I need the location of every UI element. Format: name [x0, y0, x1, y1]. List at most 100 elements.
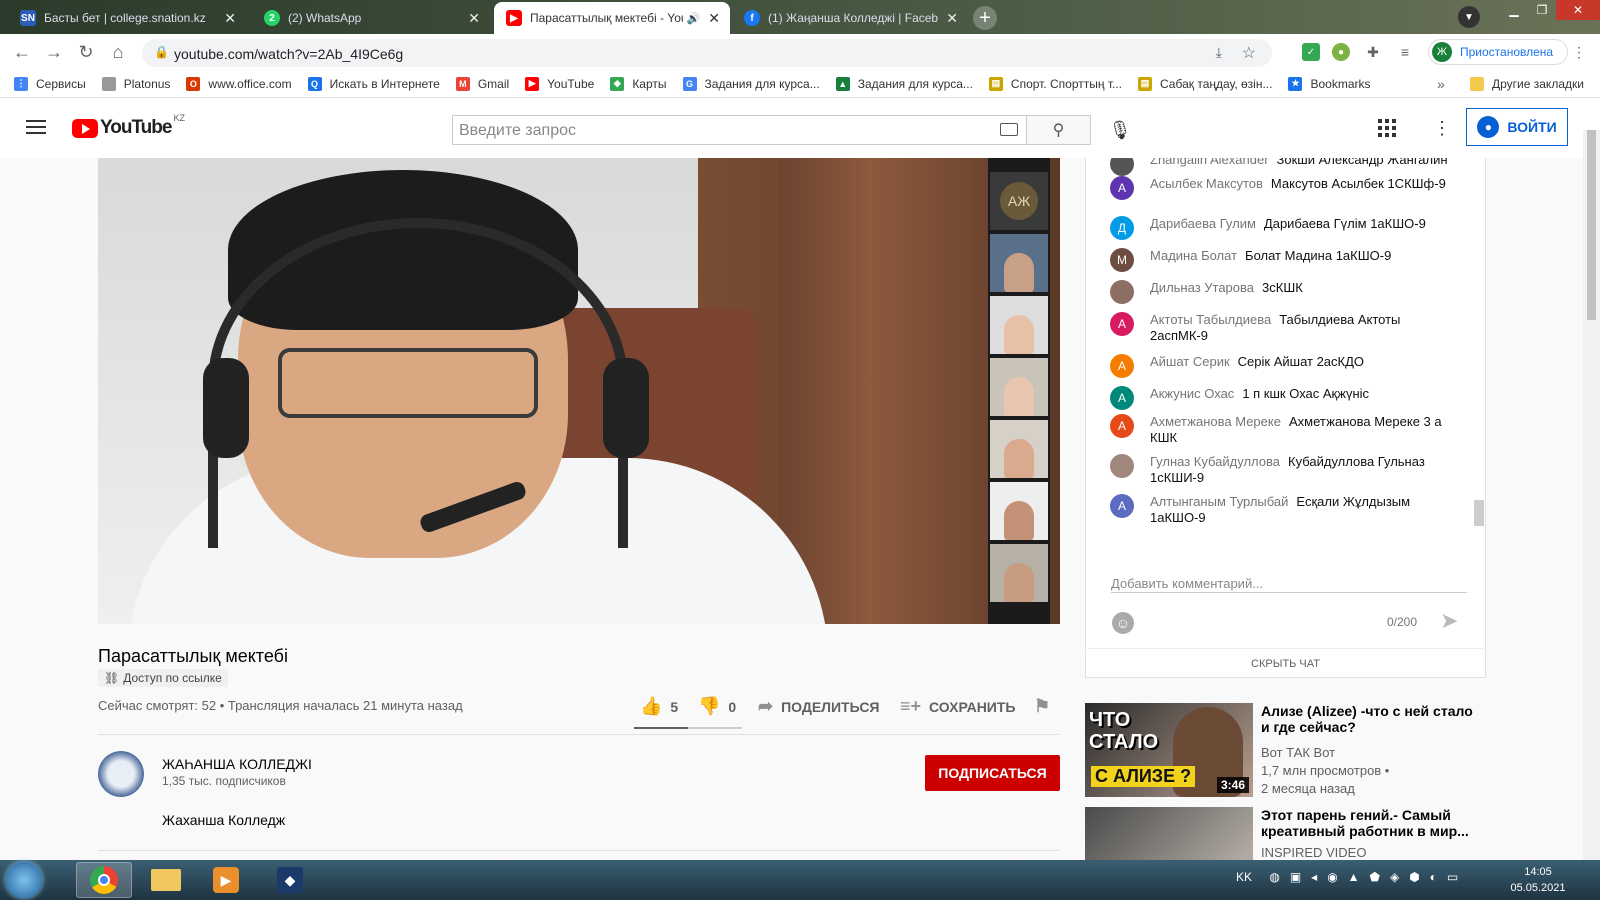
minimize-icon[interactable]: ▁: [1500, 0, 1528, 20]
video-player[interactable]: АЖ: [98, 158, 1060, 624]
tab-search-icon[interactable]: ▼: [1458, 6, 1480, 28]
close-window-icon[interactable]: ✕: [1556, 0, 1600, 20]
search-button[interactable]: ⚲: [1027, 115, 1091, 145]
bookmark-item[interactable]: ⋮ Сервисы: [14, 76, 86, 91]
microphone-icon[interactable]: 🎙: [1108, 118, 1132, 142]
language-indicator[interactable]: KK: [1236, 870, 1252, 884]
chat-author[interactable]: Мадина Болат: [1150, 248, 1237, 263]
bookmark-item[interactable]: ▤ Спорт. Спорттың т...: [988, 76, 1122, 91]
apps-grid-icon[interactable]: [1378, 119, 1396, 137]
chat-avatar[interactable]: Д: [1110, 216, 1134, 240]
close-tab-icon[interactable]: ✕: [708, 10, 720, 27]
other-bookmarks[interactable]: Другие закладки: [1470, 76, 1584, 91]
menu-icon[interactable]: [26, 120, 46, 134]
tab-facebook[interactable]: f (1) Жаңанша Колледжі | Facebook ✕: [732, 2, 968, 34]
send-icon[interactable]: ➤: [1440, 608, 1458, 634]
chat-avatar[interactable]: А: [1110, 414, 1134, 438]
chat-avatar[interactable]: А: [1110, 386, 1134, 410]
back-icon[interactable]: ←: [12, 42, 32, 62]
related-title[interactable]: Ализе (Alizee) -что с ней стало и где се…: [1261, 703, 1479, 735]
chat-author[interactable]: Дарибаева Гулим: [1150, 216, 1256, 231]
tray-icons[interactable]: ◍▣◂◉▲⬟◈⬢◐▭: [1269, 870, 1468, 884]
bookmark-item[interactable]: Q Искать в Интернете: [307, 76, 440, 91]
extension-circle-icon[interactable]: ●: [1332, 43, 1350, 61]
bookmark-item[interactable]: ◆ Карты: [610, 76, 667, 91]
like-button[interactable]: 👍 5: [640, 696, 678, 717]
address-bar[interactable]: 🔒 youtube.com/watch?v=2Ab_4I9Ce6g ⤓ ☆: [142, 39, 1272, 67]
more-bookmarks-icon[interactable]: »: [1437, 76, 1445, 92]
start-button[interactable]: [6, 862, 42, 898]
taskbar-media[interactable]: ▶: [198, 862, 254, 898]
chat-author[interactable]: Алтынганым Турлыбай: [1150, 494, 1288, 509]
forward-icon[interactable]: →: [44, 42, 64, 62]
speaker-icon[interactable]: 🔊: [687, 12, 701, 25]
sign-in-button[interactable]: ● ВОЙТИ: [1466, 108, 1568, 146]
channel-name[interactable]: ЖАҺАНША КОЛЛЕДЖІ: [162, 756, 312, 772]
restore-icon[interactable]: ❐: [1528, 0, 1556, 20]
keyboard-icon[interactable]: [1000, 123, 1018, 136]
chat-input[interactable]: Добавить комментарий...: [1111, 576, 1263, 591]
related-thumbnail[interactable]: ЧТО СТАЛО С АЛИЗЕ ? 3:46: [1085, 703, 1253, 797]
page-scrollbar[interactable]: [1583, 130, 1600, 860]
related-thumbnail[interactable]: [1085, 807, 1253, 861]
settings-more-icon[interactable]: ⋮: [1433, 118, 1451, 139]
extensions-puzzle-icon[interactable]: ✚: [1364, 43, 1382, 61]
chat-avatar[interactable]: А: [1110, 494, 1134, 518]
related-video[interactable]: ЧТО СТАЛО С АЛИЗЕ ? 3:46 Ализе (Alizee) …: [1085, 703, 1485, 799]
chat-avatar[interactable]: А: [1110, 176, 1134, 200]
bookmark-item[interactable]: Platonus: [101, 76, 170, 91]
hide-chat-button[interactable]: СКРЫТЬ ЧАТ: [1085, 648, 1486, 678]
chat-author[interactable]: Айшат Серик: [1150, 354, 1230, 369]
bookmark-item[interactable]: ★ Bookmarks: [1288, 76, 1371, 91]
extension-shield-icon[interactable]: ✓: [1302, 43, 1320, 61]
share-button[interactable]: ➦ ПОДЕЛИТЬСЯ: [758, 696, 880, 717]
related-video[interactable]: Этот парень гений.- Самый креативный раб…: [1085, 807, 1485, 861]
chat-author[interactable]: Ахметжанова Мереке: [1150, 414, 1281, 429]
chat-scrollbar[interactable]: [1474, 500, 1484, 526]
profile-paused-button[interactable]: Ж Приостановлена: [1428, 39, 1568, 65]
close-tab-icon[interactable]: ✕: [468, 10, 480, 27]
dislike-button[interactable]: 👎 0: [698, 696, 736, 717]
new-tab-button[interactable]: +: [973, 6, 997, 30]
tab-whatsapp[interactable]: 2 (2) WhatsApp ✕: [252, 2, 490, 34]
browser-menu-icon[interactable]: ⋮: [1570, 43, 1588, 61]
chat-author[interactable]: Актоты Табылдиева: [1150, 312, 1271, 327]
chat-author[interactable]: Zhangalin Alexander: [1150, 158, 1269, 167]
search-input[interactable]: Введите запрос: [452, 115, 1027, 145]
subscribe-button[interactable]: ПОДПИСАТЬСЯ: [925, 755, 1060, 791]
close-tab-icon[interactable]: ✕: [224, 10, 236, 27]
home-icon[interactable]: ⌂: [108, 42, 128, 62]
youtube-logo[interactable]: YouTube KZ: [72, 113, 185, 139]
bookmark-star-icon[interactable]: ☆: [1242, 43, 1256, 63]
chat-avatar[interactable]: А: [1110, 312, 1134, 336]
bookmark-item[interactable]: ▶ YouTube: [525, 76, 594, 91]
report-button[interactable]: ⚑: [1034, 696, 1050, 717]
emoji-icon[interactable]: ☺: [1112, 612, 1134, 634]
chat-author[interactable]: Асылбек Максутов: [1150, 176, 1263, 191]
reading-list-icon[interactable]: ≡: [1396, 43, 1414, 61]
lock-icon[interactable]: 🔒: [154, 45, 169, 59]
taskbar-explorer[interactable]: [138, 862, 194, 898]
chat-author[interactable]: Акжунис Охас: [1150, 386, 1234, 401]
taskbar-app[interactable]: ◆: [262, 862, 318, 898]
tab-snation[interactable]: SN Басты бет | college.snation.kz ✕: [8, 2, 246, 34]
install-icon[interactable]: ⤓: [1216, 44, 1222, 61]
channel-avatar[interactable]: [98, 751, 144, 797]
save-button[interactable]: ≡+ СОХРАНИТЬ: [900, 696, 1015, 717]
taskbar-chrome[interactable]: [76, 862, 132, 898]
chat-author[interactable]: Гулназ Кубайдуллова: [1150, 454, 1280, 469]
chat-author[interactable]: Дильназ Утарова: [1150, 280, 1254, 295]
reload-icon[interactable]: ↻: [76, 42, 96, 62]
bookmark-item[interactable]: M Gmail: [455, 76, 509, 91]
chat-avatar[interactable]: [1110, 280, 1134, 304]
close-tab-icon[interactable]: ✕: [946, 10, 958, 27]
clock[interactable]: 14:05 05.05.2021: [1508, 864, 1568, 896]
tab-youtube[interactable]: ▶ Парасаттылық мектебі - YouTube 🔊 ✕: [494, 2, 730, 34]
chat-avatar[interactable]: [1110, 158, 1134, 176]
chat-avatar[interactable]: М: [1110, 248, 1134, 272]
chat-avatar[interactable]: [1110, 454, 1134, 478]
bookmark-item[interactable]: G Задания для курса...: [682, 76, 820, 91]
bookmark-item[interactable]: ▤ Сабақ таңдау, өзін...: [1138, 76, 1272, 91]
bookmark-item[interactable]: ▲ Задания для курса...: [835, 76, 973, 91]
bookmark-item[interactable]: Owww.office.com: [186, 76, 292, 91]
